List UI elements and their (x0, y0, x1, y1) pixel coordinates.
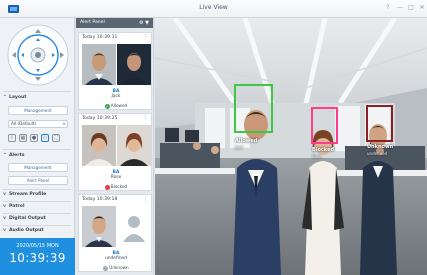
ptz-joystick[interactable] (7, 24, 69, 86)
alert-card[interactable]: Today 10:39:25 ⋮ BA Rose – Blocked (78, 113, 152, 191)
patrol-section[interactable]: v Patrol (3, 204, 25, 209)
detection-name: Jack (235, 145, 244, 150)
detection-box-unknown[interactable] (366, 105, 393, 142)
detection-box-allowed[interactable] (234, 84, 273, 133)
status-badge: ✓ Allowed (104, 103, 128, 109)
reference-photo (117, 125, 151, 166)
person-name: undefined (104, 256, 128, 261)
unknown-icon: ? (103, 266, 109, 271)
filter-icon[interactable]: ▼ (145, 20, 149, 26)
detection-label: Unknown (367, 144, 394, 150)
title-bar: Live View ? — □ ✕ (0, 0, 427, 18)
alert-card[interactable]: Today 10:39:18 ⋮ BA undefined ? Unknown (78, 194, 152, 272)
alert-panel-header: Alert Panel ⚙ ▼ (76, 18, 153, 28)
layout-management-button[interactable]: Management (8, 106, 68, 115)
live-view-video[interactable]: Allowed Jack Blocked Rose Unknown undefi… (155, 18, 427, 275)
alert-panel-button[interactable]: Alert Panel (8, 176, 68, 185)
person-name: Rose (110, 175, 122, 180)
layout-select[interactable]: All (Default) ▾ (8, 120, 68, 128)
layout-section-header[interactable]: ^ Layout (3, 95, 27, 100)
left-control-panel: ^ Layout Management All (Default) ▾ i ▦ ●… (0, 18, 75, 275)
settings-icon[interactable]: ⚙ (139, 20, 143, 26)
detection-label: Allowed (235, 138, 258, 144)
snapshot-image (82, 206, 116, 247)
detection-label: Blocked (312, 147, 335, 153)
status-badge: ? Unknown (103, 265, 129, 271)
close-icon[interactable]: ✕ (418, 4, 426, 12)
divider (3, 149, 71, 150)
alert-card[interactable]: Today 10:39:31 ⋮ BA Jack ✓ Allowed (78, 32, 152, 110)
status-badge: – Blocked (104, 184, 128, 190)
alert-panel: Alert Panel ⚙ ▼ Today 10:39:31 ⋮ BA Jack… (76, 18, 154, 275)
more-options-icon[interactable]: ⋮ (143, 115, 148, 121)
divider (3, 225, 71, 226)
reference-photo (117, 44, 151, 85)
audio-output-section[interactable]: v Audio Output (3, 228, 44, 233)
divider (3, 213, 71, 214)
alert-panel-tools: ⚙ ▼ (139, 18, 149, 28)
digital-output-section[interactable]: v Digital Output (3, 216, 46, 221)
divider (3, 201, 71, 202)
person-name: Jack (111, 94, 121, 99)
divider (3, 189, 71, 190)
layout-icon-row: i ▦ ● ▭ ⛶ (8, 134, 60, 142)
maximize-icon[interactable]: □ (407, 4, 415, 12)
surveillance-app: Live View ? — □ ✕ ^ Layout Management All… (0, 0, 427, 275)
fullscreen-icon[interactable]: ⛶ (52, 134, 60, 142)
detection-box-blocked[interactable] (311, 107, 338, 144)
chevron-down-icon: ▾ (62, 121, 65, 126)
minimize-icon[interactable]: — (396, 4, 404, 12)
more-options-icon[interactable]: ⋮ (143, 34, 148, 40)
window-title: Live View (199, 4, 228, 11)
location-icon[interactable]: ● (30, 134, 38, 142)
snapshot-image (82, 125, 116, 166)
clock-date: 2020/05/15 MON (16, 243, 59, 249)
clock-time: 10:39:39 (9, 251, 66, 265)
clock-widget: 2020/05/15 MON 10:39:39 (0, 238, 75, 275)
check-circle-icon: ✓ (104, 104, 110, 109)
more-options-icon[interactable]: ⋮ (143, 196, 148, 202)
grid-icon[interactable]: ▦ (19, 134, 27, 142)
detection-name: Rose (312, 154, 322, 159)
help-icon[interactable]: ? (384, 4, 392, 12)
alerts-management-button[interactable]: Management (8, 163, 68, 172)
unknown-person-icon (117, 206, 151, 247)
info-icon[interactable]: i (8, 134, 16, 142)
single-view-icon[interactable]: ▭ (41, 134, 49, 142)
snapshot-image (82, 44, 116, 85)
alerts-section-header[interactable]: ^ Alerts (3, 153, 24, 158)
divider (3, 91, 71, 92)
stream-profile-section[interactable]: v Stream Profile (3, 192, 46, 197)
blocked-icon: – (104, 185, 110, 190)
detection-name: undefined (367, 151, 388, 156)
